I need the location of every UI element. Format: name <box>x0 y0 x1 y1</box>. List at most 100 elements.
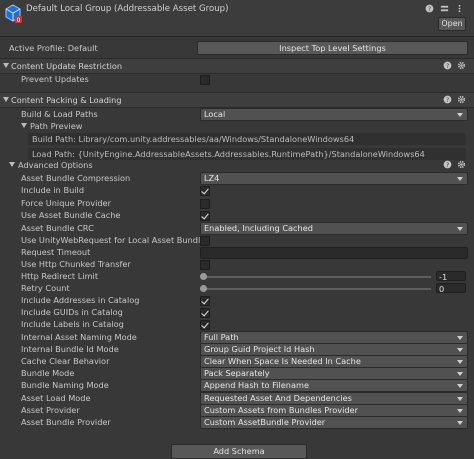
include-in-build-label: Include in Build <box>21 185 85 195</box>
retry-count-field[interactable]: 0 <box>436 283 466 294</box>
open-button[interactable]: Open <box>438 17 466 31</box>
help-icon[interactable]: ? <box>425 4 434 13</box>
dropdown-value: Group Guid Project Id Hash <box>204 344 315 354</box>
build-path-preview: Build Path: Library/com.unity.addressabl… <box>28 133 466 145</box>
checkmark-icon <box>201 320 209 329</box>
checkmark-icon <box>201 308 209 317</box>
dropdown-value: Append Hash to Filename <box>204 380 309 390</box>
request-timeout-label: Request Timeout <box>21 247 91 257</box>
request-timeout-field[interactable] <box>200 247 468 259</box>
foldout-arrow-icon <box>21 123 27 128</box>
include-labels-checkbox[interactable] <box>200 320 210 330</box>
chevron-down-icon <box>457 360 463 364</box>
foldout-arrow-icon <box>3 63 9 68</box>
include-guids-checkbox[interactable] <box>200 308 210 318</box>
more-options-icon[interactable] <box>455 4 464 13</box>
foldout-arrow-icon <box>3 97 9 102</box>
checkmark-icon <box>201 211 209 220</box>
http-chunked-transfer-checkbox[interactable] <box>200 260 210 270</box>
compression-dropdown[interactable]: LZ4 <box>200 172 468 185</box>
chevron-down-icon <box>457 227 463 231</box>
asset-bundle-crc-dropdown[interactable]: Enabled, Including Cached <box>200 222 468 235</box>
gear-icon[interactable] <box>457 160 466 169</box>
checkmark-icon <box>201 186 209 195</box>
asset-bundle-crc-label: Asset Bundle CRC <box>21 223 94 233</box>
use-asset-bundle-cache-checkbox[interactable] <box>200 211 210 221</box>
asset-group-icon: 0 <box>5 4 22 24</box>
use-asset-bundle-cache-label: Use Asset Bundle Cache <box>21 210 121 220</box>
internal-bundle-id-label: Internal Bundle Id Mode <box>21 344 119 354</box>
force-unique-provider-label: Force Unique Provider <box>21 198 111 208</box>
redirect-limit-slider-handle[interactable] <box>200 273 207 280</box>
chevron-down-icon <box>457 177 463 181</box>
asset-bundle-provider-dropdown[interactable]: Custom AssetBundle Provider <box>200 416 468 429</box>
presets-icon[interactable] <box>440 4 449 13</box>
chevron-down-icon <box>457 421 463 425</box>
chevron-down-icon <box>457 397 463 401</box>
add-schema-button[interactable]: Add Schema <box>171 444 307 459</box>
http-chunked-transfer-label: Use Http Chunked Transfer <box>21 259 131 269</box>
include-in-build-checkbox[interactable] <box>200 186 210 196</box>
section-title: Content Packing & Loading <box>11 95 122 105</box>
asset-load-mode-label: Asset Load Mode <box>21 393 91 403</box>
http-redirect-limit-label: Http Redirect Limit <box>21 271 99 281</box>
prevent-updates-checkbox[interactable] <box>200 75 210 85</box>
include-addresses-checkbox[interactable] <box>200 296 210 306</box>
dropdown-value: LZ4 <box>204 173 220 183</box>
help-icon[interactable]: ? <box>443 95 452 104</box>
chevron-down-icon <box>457 113 463 117</box>
dropdown-value: Enabled, Including Cached <box>204 223 313 233</box>
inspector-header: 0 Default Local Group (Addressable Asset… <box>0 0 474 37</box>
load-path-preview: Load Path: {UnityEngine.AddressableAsset… <box>28 148 466 160</box>
chevron-down-icon <box>457 348 463 352</box>
chevron-down-icon <box>457 372 463 376</box>
dropdown-value: Requested Asset And Dependencies <box>204 393 352 403</box>
bundle-mode-label: Bundle Mode <box>21 368 75 378</box>
internal-asset-naming-label: Internal Asset Naming Mode <box>21 332 137 342</box>
chevron-down-icon <box>457 409 463 413</box>
include-addresses-label: Include Addresses in Catalog <box>21 295 140 305</box>
content-packing-section-header[interactable]: Content Packing & Loading ? <box>0 92 474 108</box>
svg-text:?: ? <box>446 162 449 169</box>
svg-text:0: 0 <box>17 17 21 24</box>
asset-provider-label: Asset Provider <box>21 405 80 415</box>
dropdown-value: Custom AssetBundle Provider <box>204 417 326 427</box>
svg-text:?: ? <box>428 6 431 13</box>
gear-icon[interactable] <box>457 61 466 70</box>
force-unique-provider-checkbox[interactable] <box>200 199 210 209</box>
inspect-top-level-settings-button[interactable]: Inspect Top Level Settings <box>197 41 468 55</box>
compression-label: Asset Bundle Compression <box>21 173 131 183</box>
checkmark-icon <box>201 296 209 305</box>
redirect-limit-slider-track[interactable] <box>203 276 431 278</box>
cache-clear-label: Cache Clear Behavior <box>21 356 110 366</box>
gear-icon[interactable] <box>457 95 466 104</box>
redirect-limit-field[interactable]: -1 <box>436 271 466 282</box>
retry-count-label: Retry Count <box>21 283 70 293</box>
foldout-arrow-icon <box>9 162 15 167</box>
dropdown-value: Pack Separately <box>204 368 270 378</box>
advanced-options-foldout[interactable]: Advanced Options <box>9 160 93 172</box>
build-load-paths-dropdown[interactable]: Local <box>200 108 468 121</box>
path-preview-label: Path Preview <box>30 121 83 131</box>
prevent-updates-label: Prevent Updates <box>21 74 89 84</box>
chevron-down-icon <box>457 384 463 388</box>
section-title: Content Update Restriction <box>11 61 123 71</box>
path-preview-foldout[interactable]: Path Preview <box>21 121 82 133</box>
dropdown-value: Custom Assets from Bundles Provider <box>204 405 358 415</box>
asset-bundle-provider-label: Asset Bundle Provider <box>21 417 111 427</box>
help-icon[interactable]: ? <box>443 160 452 169</box>
bundle-naming-dropdown[interactable]: Append Hash to Filename <box>200 379 468 392</box>
build-load-paths-label: Build & Load Paths <box>21 109 98 119</box>
svg-text:?: ? <box>446 63 449 70</box>
inspector-title: Default Local Group (Addressable Asset G… <box>26 4 229 14</box>
dropdown-value: Local <box>204 109 226 119</box>
dropdown-value: Clear When Space Is Needed In Cache <box>204 356 361 366</box>
content-update-section-header[interactable]: Content Update Restriction ? <box>0 58 474 74</box>
retry-count-slider-handle[interactable] <box>200 285 207 292</box>
uwr-local-bundles-checkbox[interactable] <box>200 236 210 246</box>
help-icon[interactable]: ? <box>443 61 452 70</box>
svg-text:?: ? <box>446 97 449 104</box>
retry-count-slider-track[interactable] <box>203 288 431 290</box>
dropdown-value: Full Path <box>204 332 239 342</box>
bundle-naming-label: Bundle Naming Mode <box>21 380 109 390</box>
